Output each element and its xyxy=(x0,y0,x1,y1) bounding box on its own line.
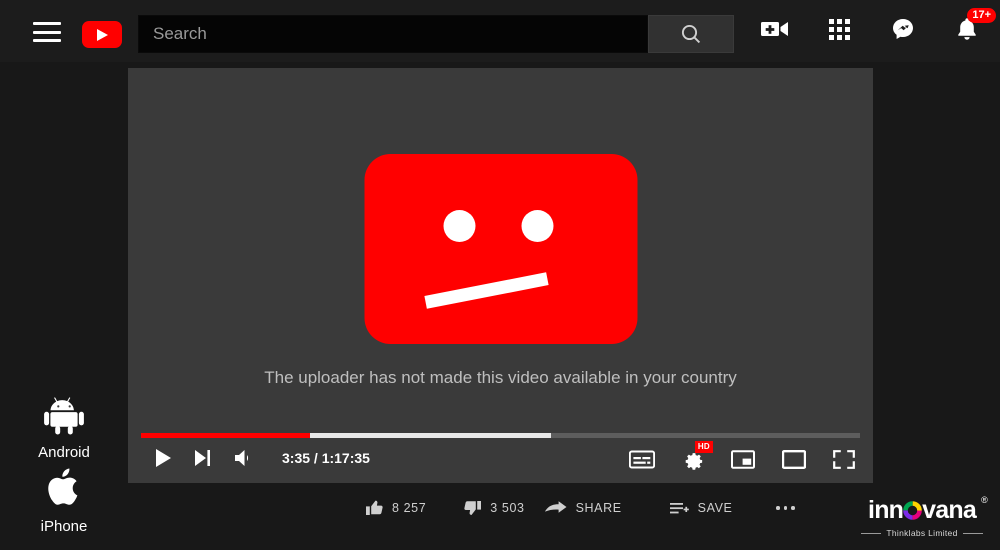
create-video-icon[interactable] xyxy=(760,14,790,44)
sidebar-item-android[interactable]: Android xyxy=(0,392,128,461)
brand-name-before: inn xyxy=(868,496,904,524)
divider-right xyxy=(962,532,983,534)
search-area xyxy=(138,15,734,53)
messages-icon[interactable] xyxy=(888,14,918,44)
time-display: 3:35 / 1:17:35 xyxy=(282,450,370,466)
apple-icon xyxy=(48,468,78,505)
dislike-count: 3 503 xyxy=(490,501,525,515)
search-input[interactable] xyxy=(138,15,648,53)
like-button[interactable]: 8 257 xyxy=(366,500,426,516)
divider-left xyxy=(861,532,882,534)
android-icon xyxy=(44,397,84,435)
sidebar-item-label: iPhone xyxy=(40,518,88,535)
progress-played xyxy=(141,433,310,438)
brand-tagline-row: Thinklabs Limited xyxy=(858,528,986,538)
youtube-logo-icon[interactable] xyxy=(82,21,122,48)
like-count: 8 257 xyxy=(392,501,427,515)
volume-mute-icon xyxy=(235,450,249,466)
brand-colored-o-icon xyxy=(903,501,922,520)
chat-bubble-arrow-icon xyxy=(893,19,913,39)
share-label: SHARE xyxy=(575,501,622,515)
play-button[interactable] xyxy=(154,448,172,468)
video-unavailable-graphic xyxy=(364,154,637,344)
fullscreen-button[interactable] xyxy=(833,449,855,469)
save-button[interactable]: SAVE xyxy=(669,501,733,516)
brand-name: inn vana ® xyxy=(868,496,988,524)
grid-dots-icon xyxy=(828,18,850,40)
sidebar-item-label: Android xyxy=(38,444,90,461)
registered-mark: ® xyxy=(981,495,988,505)
mute-button[interactable] xyxy=(234,448,256,468)
youtube-page: 17+ Android iPhone xyxy=(0,0,1000,550)
header-bar: 17+ xyxy=(0,0,1000,62)
search-button[interactable] xyxy=(648,15,734,53)
player-right-controls: HD xyxy=(629,441,855,470)
dislike-button[interactable]: 3 503 xyxy=(464,500,524,516)
sad-face-right-eye xyxy=(521,210,553,242)
sad-face-left-eye xyxy=(443,210,475,242)
notifications-bell-icon[interactable]: 17+ xyxy=(952,8,996,44)
miniplayer-icon xyxy=(731,449,755,469)
innovana-logo: inn vana ® Thinklabs Limited xyxy=(858,496,988,538)
subtitles-icon xyxy=(629,450,655,468)
player-control-bar: 3:35 / 1:17:35 HD xyxy=(128,428,873,483)
hd-quality-badge: HD xyxy=(694,441,713,453)
notification-badge: 17+ xyxy=(967,8,996,23)
thumbs-up-icon xyxy=(366,500,383,515)
video-action-row: 8 257 3 503 SHARE SAVE xyxy=(366,500,795,516)
brand-tagline: Thinklabs Limited xyxy=(886,528,958,538)
fullscreen-icon xyxy=(833,449,855,469)
video-camera-plus-icon xyxy=(761,22,788,36)
brand-name-after: vana xyxy=(922,496,977,524)
next-track-icon xyxy=(195,450,210,466)
miniplayer-button[interactable] xyxy=(731,449,755,469)
sad-face-mouth xyxy=(423,272,549,309)
thumbs-down-icon xyxy=(464,501,482,515)
save-playlist-icon xyxy=(669,502,689,513)
share-button[interactable]: SHARE xyxy=(544,501,622,515)
video-error-message: The uploader has not made this video ava… xyxy=(264,368,737,387)
play-icon xyxy=(156,449,171,467)
progress-bar[interactable] xyxy=(141,433,860,438)
sidebar-item-iphone[interactable]: iPhone xyxy=(0,462,128,535)
more-horizontal-icon[interactable] xyxy=(776,506,795,510)
player-left-controls: 3:35 / 1:17:35 xyxy=(154,448,370,468)
sidebar: Android iPhone xyxy=(0,62,128,550)
apps-grid-icon[interactable] xyxy=(824,14,854,44)
save-label: SAVE xyxy=(697,501,733,515)
share-arrow-icon xyxy=(544,501,567,513)
subtitles-button[interactable] xyxy=(629,450,655,469)
video-player[interactable]: The uploader has not made this video ava… xyxy=(128,68,873,483)
header-icon-group: 17+ xyxy=(760,8,996,44)
theater-mode-icon xyxy=(782,449,806,469)
theater-button[interactable] xyxy=(782,449,806,469)
hamburger-menu-icon[interactable] xyxy=(33,22,61,42)
search-icon xyxy=(681,24,701,44)
next-video-button[interactable] xyxy=(194,449,212,467)
settings-button[interactable]: HD xyxy=(682,441,713,470)
